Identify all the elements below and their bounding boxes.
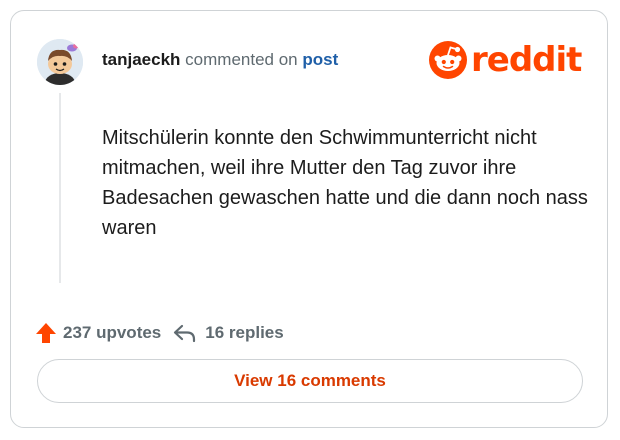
username-link[interactable]: tanjaeckh (102, 50, 180, 69)
reddit-wordmark: reddit (471, 40, 582, 80)
comment-card: tanjaeckh commented on post reddit Mitsc… (10, 10, 608, 428)
upvotes-count: 237 upvotes (63, 323, 162, 342)
upvote-arrow-icon[interactable] (35, 322, 57, 344)
comment-header: tanjaeckh commented on post (102, 49, 338, 71)
upvote-stat[interactable]: 237 upvotes (35, 322, 161, 344)
reddit-logo[interactable]: reddit (429, 39, 582, 81)
comment-stats: 237 upvotes 16 replies (35, 321, 284, 345)
replies-stat[interactable]: 16 replies (173, 323, 284, 343)
post-link[interactable]: post (302, 50, 338, 69)
avatar-snoo-icon (37, 39, 83, 85)
replies-count: 16 replies (205, 323, 284, 342)
avatar[interactable] (37, 39, 83, 85)
view-comments-button[interactable]: View 16 comments (37, 359, 583, 403)
reply-arrow-icon (174, 324, 196, 343)
comment-body: Mitschülerin konnte den Schwimmunterrich… (102, 127, 588, 239)
thread-line (59, 93, 61, 283)
reddit-snoo-icon (429, 41, 467, 79)
commented-on-text: commented on (185, 50, 298, 69)
